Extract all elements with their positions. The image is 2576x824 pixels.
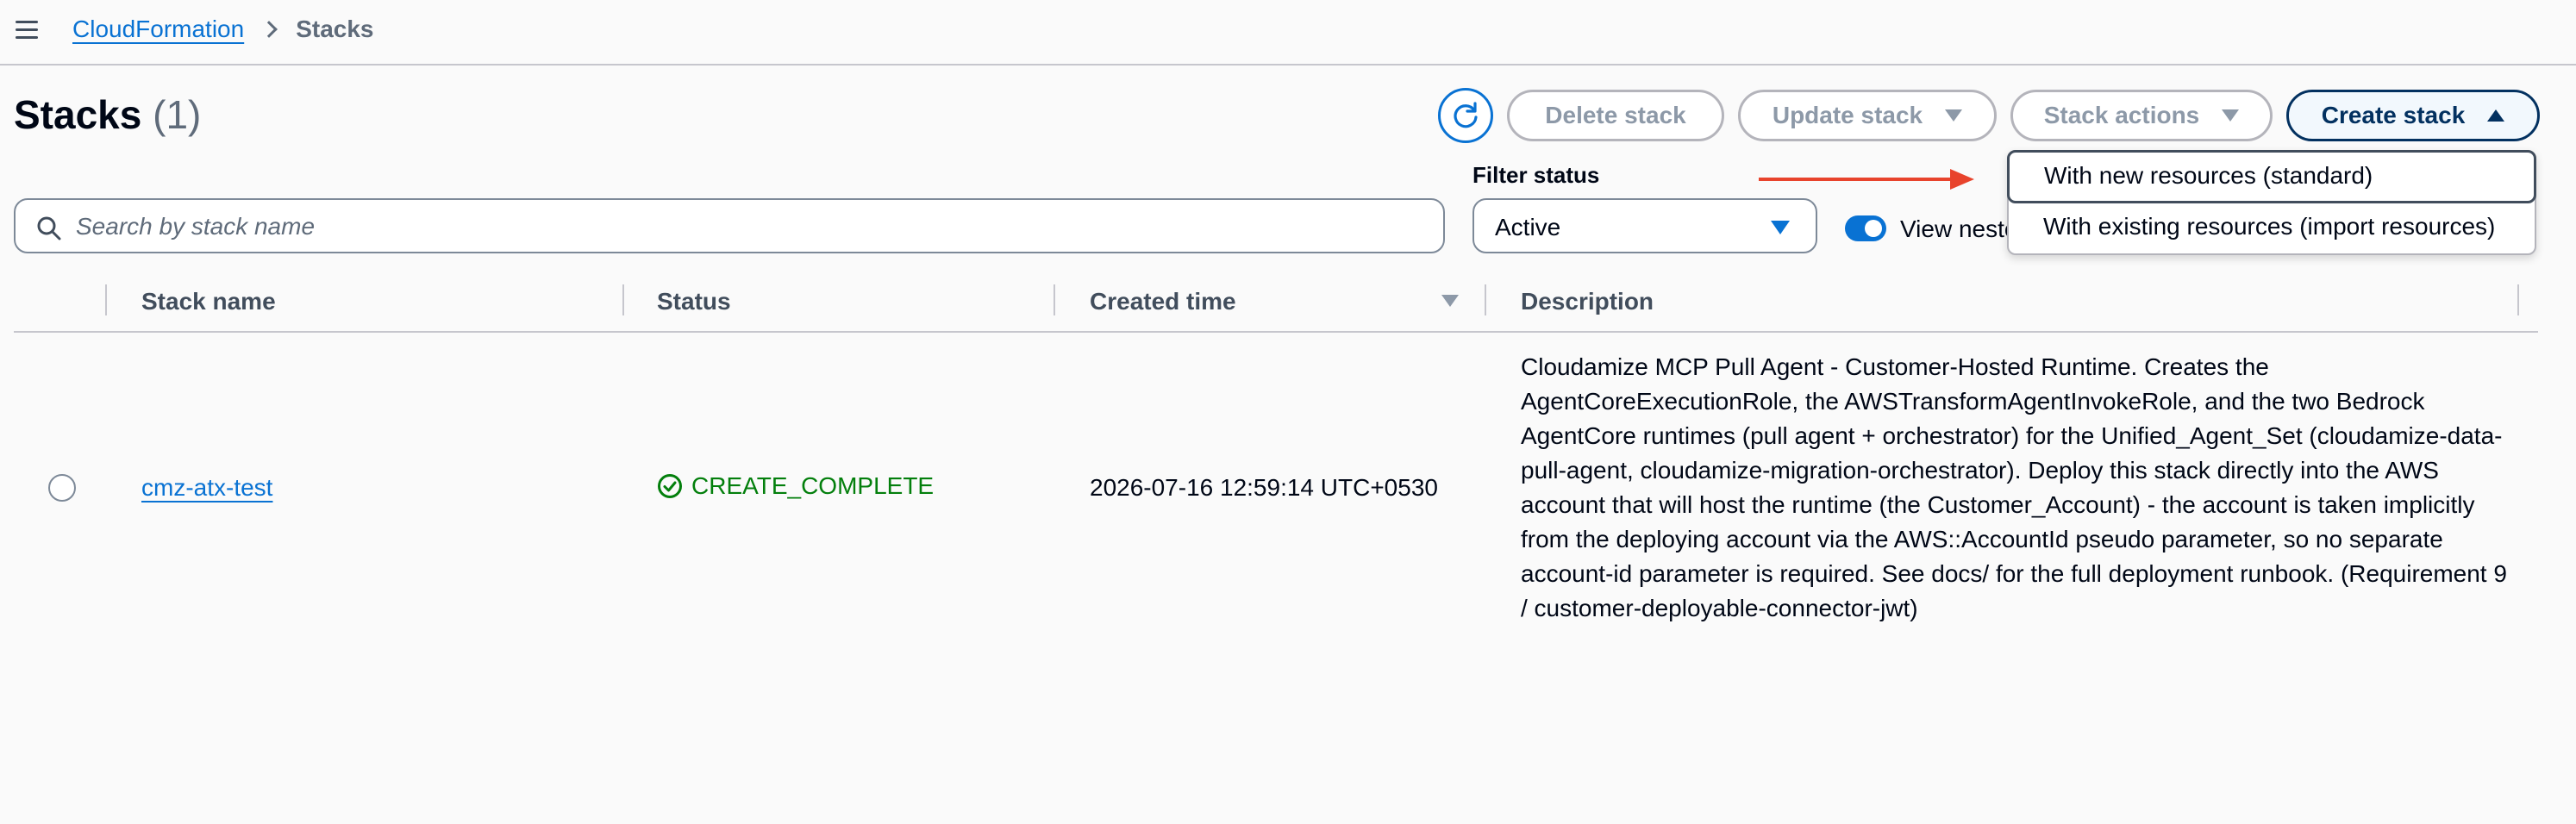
- search-input[interactable]: [76, 209, 1421, 245]
- column-divider: [105, 284, 107, 315]
- column-divider[interactable]: [2517, 284, 2519, 315]
- table-row: cmz-atx-test CREATE_COMPLETE 2026-07-16 …: [14, 334, 2538, 645]
- toggle-knob: [1865, 220, 1882, 237]
- table-header: Stack name Status Created time Descripti…: [14, 279, 2538, 333]
- search-field[interactable]: [14, 198, 1445, 253]
- sort-descending-icon[interactable]: [1441, 295, 1459, 307]
- filter-status-label: Filter status: [1472, 162, 1600, 188]
- update-stack-label: Update stack: [1772, 102, 1923, 128]
- stack-name-link[interactable]: cmz-atx-test: [141, 474, 272, 502]
- delete-stack-label: Delete stack: [1545, 102, 1686, 128]
- breadcrumb-current: Stacks: [296, 16, 374, 42]
- status-text: CREATE_COMPLETE: [691, 472, 935, 499]
- column-header-created-time[interactable]: Created time: [1090, 288, 1236, 315]
- stack-actions-label: Stack actions: [2043, 102, 2200, 128]
- stack-actions-button[interactable]: Stack actions: [2010, 90, 2273, 141]
- breadcrumb: CloudFormation Stacks: [72, 16, 374, 43]
- column-divider[interactable]: [622, 284, 624, 315]
- caret-up-icon: [2487, 109, 2505, 122]
- caret-down-icon: [1945, 109, 1963, 122]
- row-select-radio[interactable]: [48, 474, 76, 502]
- status-badge: CREATE_COMPLETE: [657, 472, 934, 500]
- filter-status-select[interactable]: Active: [1472, 198, 1817, 253]
- create-stack-button[interactable]: Create stack: [2286, 90, 2540, 141]
- column-divider[interactable]: [1485, 284, 1486, 315]
- menu-icon[interactable]: [16, 21, 38, 41]
- filter-status-value: Active: [1495, 214, 1561, 240]
- annotation-arrow-line: [1759, 178, 1962, 181]
- update-stack-button[interactable]: Update stack: [1738, 90, 1997, 141]
- menu-item-existing-resources[interactable]: With existing resources (import resource…: [2009, 203, 2535, 253]
- column-divider[interactable]: [1054, 284, 1055, 315]
- page-title-text: Stacks: [14, 92, 142, 137]
- column-header-stack-name[interactable]: Stack name: [141, 288, 276, 315]
- menu-item-new-resources[interactable]: With new resources (standard): [2007, 150, 2536, 203]
- stack-count: (1): [153, 92, 202, 137]
- caret-down-icon: [2222, 109, 2240, 122]
- refresh-icon: [1454, 102, 1478, 128]
- top-navigation: CloudFormation Stacks: [0, 0, 2576, 66]
- create-stack-label: Create stack: [2321, 102, 2466, 128]
- annotation-arrow-head: [1950, 169, 1974, 190]
- column-header-status[interactable]: Status: [657, 288, 731, 315]
- check-circle-icon: [658, 474, 682, 498]
- breadcrumb-cloudformation-link[interactable]: CloudFormation: [72, 16, 244, 43]
- page-title: Stacks (1): [14, 91, 201, 138]
- caret-down-icon: [1771, 221, 1790, 234]
- delete-stack-button[interactable]: Delete stack: [1507, 90, 1724, 141]
- view-nested-toggle[interactable]: [1845, 215, 1886, 241]
- create-stack-menu: With new resources (standard) With exist…: [2007, 150, 2536, 255]
- created-time: 2026-07-16 12:59:14 UTC+0530: [1090, 474, 1438, 501]
- search-icon: [37, 216, 61, 240]
- column-header-description[interactable]: Description: [1521, 288, 1654, 315]
- chevron-right-icon: [260, 21, 278, 38]
- stack-description: Cloudamize MCP Pull Agent - Customer-Hos…: [1521, 353, 2507, 621]
- refresh-button[interactable]: [1438, 88, 1493, 143]
